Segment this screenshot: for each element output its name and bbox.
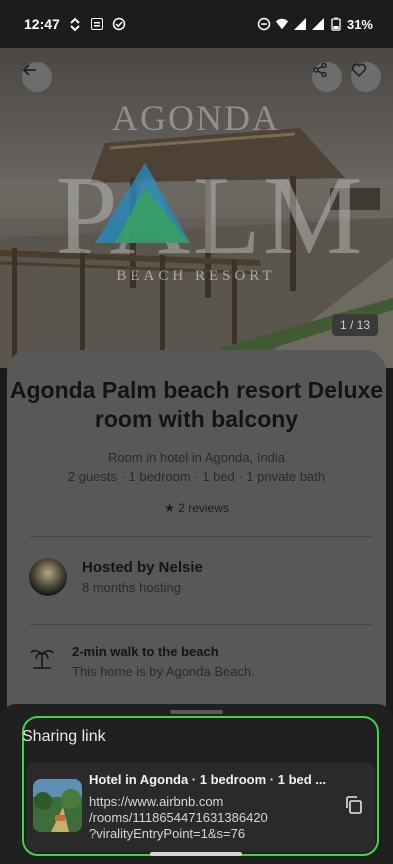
share-sheet-title: Sharing link <box>22 728 106 745</box>
link-thumbnail <box>33 779 82 832</box>
listing-photo[interactable]: AGONDA PALM BEACH RESORT 1 / 13 <box>0 48 393 368</box>
share-icon <box>313 62 327 78</box>
battery-icon <box>329 17 343 31</box>
battery-level: 31% <box>346 16 373 32</box>
host-name: Hosted by Nelsie <box>82 559 203 576</box>
palm-tree-icon <box>30 649 54 669</box>
save-wishlist-button[interactable] <box>351 62 381 92</box>
signal-icon <box>293 17 307 31</box>
copy-button[interactable] <box>342 793 366 817</box>
photo-counter: 1 / 13 <box>332 314 379 336</box>
divider <box>29 624 372 625</box>
status-bar: 12:47 31% <box>0 0 393 48</box>
listing-details: Agonda Palm beach resort Deluxe room wit… <box>7 350 386 750</box>
feature-title: 2-min walk to the beach <box>72 644 219 659</box>
back-button[interactable] <box>22 62 52 92</box>
shared-link-card[interactable]: Hotel in Agonda · 1 bedroom · 1 bed ... … <box>26 762 375 852</box>
link-url: https://www.airbnb.com /rooms/1118654471… <box>89 794 268 841</box>
gesture-nav-bar[interactable] <box>150 852 242 856</box>
signal-icon <box>311 17 325 31</box>
logo-main-text: PALM <box>56 154 365 278</box>
dnd-icon <box>257 17 271 31</box>
heart-icon <box>351 63 367 78</box>
arrow-left-icon <box>22 64 36 76</box>
share-sheet: Sharing link Hotel in Agonda · 1 bedroom… <box>0 704 393 864</box>
status-time: 12:47 <box>24 16 60 32</box>
hotspot-icon <box>68 17 82 31</box>
logo-top-text: AGONDA <box>112 98 280 138</box>
feature-description: This home is by Agonda Beach. <box>72 664 255 679</box>
listing-capacity: 2 guests · 1 bedroom · 1 bed · 1 private… <box>67 469 326 484</box>
host-avatar <box>29 558 67 596</box>
calendar-icon <box>90 17 104 31</box>
host-section[interactable]: Hosted by Nelsie 8 months hosting <box>29 558 203 596</box>
host-duration: 8 months hosting <box>82 580 182 595</box>
wifi-icon <box>275 17 289 31</box>
listing-subtitle: Room in hotel in Agonda, India <box>107 450 286 465</box>
feature-item: 2-min walk to the beach This home is by … <box>29 644 255 679</box>
share-button[interactable] <box>312 62 342 92</box>
divider <box>29 536 372 537</box>
copy-icon <box>346 796 362 814</box>
listing-title: Agonda Palm beach resort Deluxe room wit… <box>9 377 384 432</box>
reviews-count: 2 reviews <box>178 501 229 515</box>
logo-bottom-text: BEACH RESORT <box>116 268 275 284</box>
drag-handle[interactable] <box>170 710 223 714</box>
check-circle-icon <box>112 17 126 31</box>
reviews-link[interactable]: ★ 2 reviews <box>7 501 386 515</box>
star-icon: ★ <box>164 501 175 515</box>
link-title: Hotel in Agonda · 1 bedroom · 1 bed ... <box>89 772 327 787</box>
